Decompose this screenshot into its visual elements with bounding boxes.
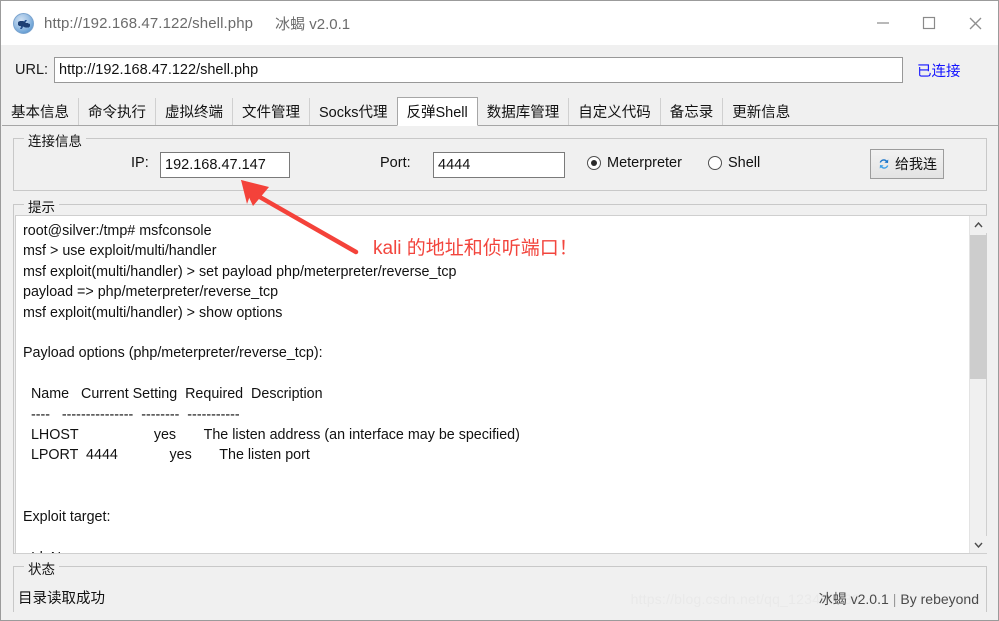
annotation-text: kali 的地址和侦听端口！ xyxy=(373,238,578,259)
console-output-area: root@silver:/tmp# msfconsole msf > use e… xyxy=(15,215,987,554)
brand-author: By rebeyond xyxy=(900,591,979,607)
window-title-app-name: 冰蝎 v2.0.1 xyxy=(275,15,351,33)
radio-shell-dot xyxy=(708,156,722,170)
maximize-button[interactable] xyxy=(906,1,952,45)
port-input[interactable] xyxy=(433,152,565,178)
tab-basic-info[interactable]: 基本信息 xyxy=(2,98,78,125)
connect-button-label: 给我连 xyxy=(895,156,937,172)
tab-reverse-shell[interactable]: 反弹Shell xyxy=(396,97,478,126)
brand-separator: | xyxy=(892,591,897,607)
radio-shell[interactable]: Shell xyxy=(708,155,760,171)
url-label: URL: xyxy=(15,62,49,78)
tab-database-manage[interactable]: 数据库管理 xyxy=(477,98,569,125)
connection-info-legend: 连接信息 xyxy=(24,130,86,150)
ip-input[interactable] xyxy=(160,152,290,178)
minimize-button[interactable] xyxy=(860,1,906,45)
radio-shell-label: Shell xyxy=(728,155,761,171)
tab-memo[interactable]: 备忘录 xyxy=(659,98,723,125)
window-title-url: http://192.168.47.122/shell.php xyxy=(44,14,254,32)
status-group: 状态 目录读取成功 https://blog.csdn.net/qq_12345… xyxy=(13,558,987,612)
tab-command-exec[interactable]: 命令执行 xyxy=(78,98,155,125)
chevron-up-icon xyxy=(974,221,983,227)
radio-meterpreter[interactable]: Meterpreter xyxy=(587,155,682,171)
connection-status-label: 已连接 xyxy=(917,63,961,80)
close-button[interactable] xyxy=(952,1,998,45)
scorpion-app-icon xyxy=(13,12,34,34)
reverse-shell-panel: 连接信息 IP: Port: Meterpreter Shell 给我连 xyxy=(2,126,998,620)
window-controls xyxy=(860,1,998,45)
radio-meterpreter-label: Meterpreter xyxy=(607,155,682,171)
minimize-icon xyxy=(877,22,889,24)
sync-refresh-icon xyxy=(879,159,889,169)
radio-meterpreter-dot xyxy=(587,156,601,170)
connection-info-group: 连接信息 IP: Port: Meterpreter Shell 给我连 xyxy=(13,130,987,191)
brand-app-name: 冰蝎 v2.0.1 xyxy=(818,591,889,607)
status-legend: 状态 xyxy=(24,558,59,578)
title-bar: http://192.168.47.122/shell.php 冰蝎 v2.0.… xyxy=(1,1,998,45)
port-label: Port: xyxy=(380,155,411,171)
ip-label: IP: xyxy=(131,155,149,171)
tab-custom-code[interactable]: 自定义代码 xyxy=(568,98,660,125)
tab-bar: 基本信息 命令执行 虚拟终端 文件管理 Socks代理 反弹Shell 数据库管… xyxy=(2,97,998,126)
close-icon xyxy=(969,17,981,29)
brand-footer: 冰蝎 v2.0.1 | By rebeyond xyxy=(819,589,979,609)
chevron-down-icon xyxy=(974,542,983,548)
tab-file-manager[interactable]: 文件管理 xyxy=(232,98,309,125)
connect-button[interactable]: 给我连 xyxy=(870,149,944,179)
console-vertical-scrollbar[interactable] xyxy=(969,216,987,553)
status-message: 目录读取成功 xyxy=(18,591,105,607)
tab-virtual-terminal[interactable]: 虚拟终端 xyxy=(155,98,232,125)
url-input[interactable] xyxy=(54,57,903,83)
tab-update-info[interactable]: 更新信息 xyxy=(722,98,800,125)
tab-socks-proxy[interactable]: Socks代理 xyxy=(309,98,397,125)
console-output-text[interactable]: root@silver:/tmp# msfconsole msf > use e… xyxy=(16,216,969,553)
beichan-webshell-window: http://192.168.47.122/shell.php 冰蝎 v2.0.… xyxy=(0,0,999,621)
scroll-up-button[interactable] xyxy=(970,216,987,233)
scrollbar-thumb[interactable] xyxy=(970,235,987,379)
maximize-icon xyxy=(922,16,936,30)
hint-legend: 提示 xyxy=(24,196,59,216)
url-bar: URL: 已连接 xyxy=(2,45,998,95)
scroll-down-button[interactable] xyxy=(970,536,987,553)
